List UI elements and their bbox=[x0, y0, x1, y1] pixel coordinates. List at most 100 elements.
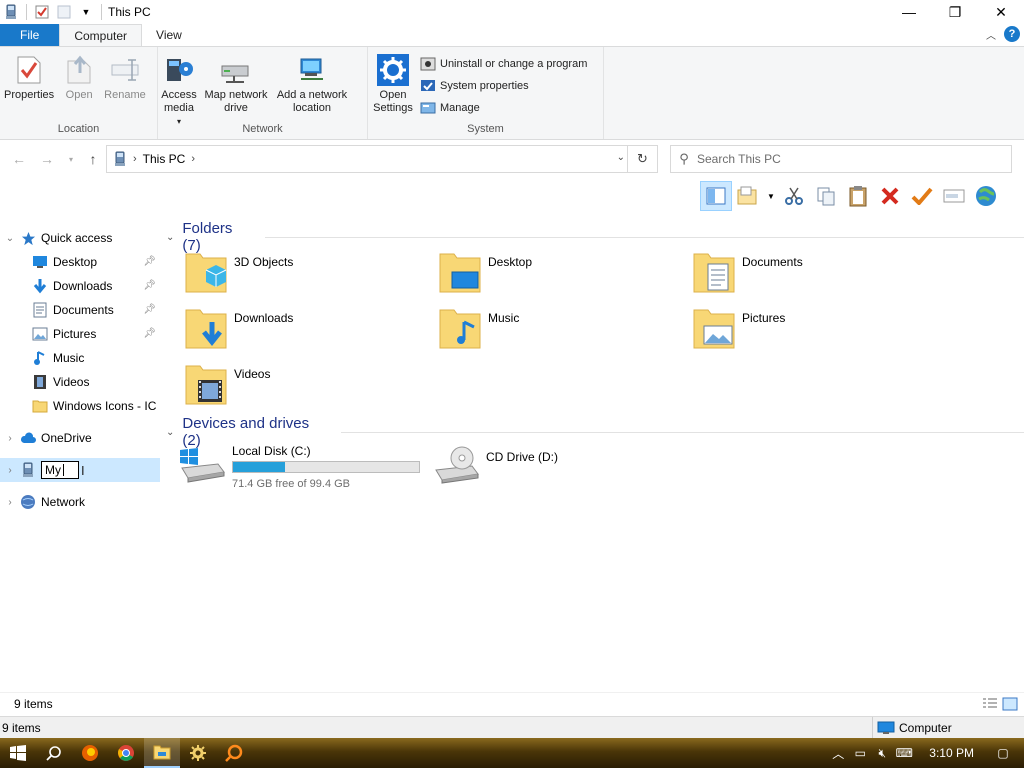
help-icon[interactable]: ? bbox=[1004, 26, 1020, 42]
forward-button[interactable]: → bbox=[36, 148, 58, 170]
nav-network[interactable]: › Network bbox=[0, 490, 160, 514]
map-drive-icon bbox=[219, 53, 253, 87]
this-pc-icon bbox=[20, 462, 36, 478]
taskbar-app[interactable] bbox=[216, 738, 252, 768]
expand-chevron-icon[interactable]: › bbox=[0, 497, 20, 508]
nav-quick-access-label: Quick access bbox=[41, 231, 113, 245]
ribbon-collapse-icon[interactable]: ︿ bbox=[986, 27, 996, 42]
collapse-chevron-icon[interactable]: ⌄ bbox=[0, 233, 20, 244]
pictures-folder-icon bbox=[693, 309, 735, 349]
taskbar-file-explorer[interactable] bbox=[144, 738, 180, 768]
nav-onedrive[interactable]: › OneDrive bbox=[0, 426, 160, 450]
folder-documents[interactable]: Documents bbox=[692, 250, 803, 294]
folder-music[interactable]: Music bbox=[438, 306, 519, 350]
breadcrumb-chevron-icon[interactable]: › bbox=[133, 153, 137, 165]
new-folder-icon[interactable] bbox=[55, 3, 73, 21]
taskbar-settings[interactable] bbox=[180, 738, 216, 768]
nav-item-downloads[interactable]: Downloads 📌︎ bbox=[0, 274, 160, 298]
system-properties-button[interactable]: System properties bbox=[420, 75, 587, 97]
address-dropdown-icon[interactable]: ⌄ bbox=[617, 152, 625, 163]
rename-input[interactable]: My bbox=[41, 461, 79, 479]
taskbar-search-button[interactable] bbox=[36, 738, 72, 768]
cloud-icon bbox=[20, 430, 36, 446]
breadcrumb-this-pc[interactable]: This PC bbox=[143, 152, 186, 166]
zone-label: Computer bbox=[899, 721, 952, 735]
tab-view[interactable]: View bbox=[142, 24, 196, 46]
item-count-secondary: 9 items bbox=[2, 720, 41, 735]
uninstall-program-button[interactable]: Uninstall or change a program bbox=[420, 53, 587, 75]
recent-locations-button[interactable]: ▾ bbox=[60, 148, 82, 170]
tab-file[interactable]: File bbox=[0, 24, 60, 46]
search-input[interactable] bbox=[697, 152, 997, 166]
tab-computer[interactable]: Computer bbox=[59, 24, 143, 46]
paste-button[interactable] bbox=[842, 181, 874, 211]
breadcrumb-chevron-icon[interactable]: › bbox=[191, 153, 195, 165]
this-pc-icon[interactable] bbox=[2, 3, 20, 21]
volume-muted-icon[interactable]: 🔇︎ bbox=[871, 746, 893, 761]
text-caret bbox=[63, 464, 64, 476]
nav-item-desktop[interactable]: Desktop 📌︎ bbox=[0, 250, 160, 274]
details-view-icon[interactable] bbox=[982, 697, 998, 711]
nav-item-videos[interactable]: Videos bbox=[0, 370, 160, 394]
folder-pictures[interactable]: Pictures bbox=[692, 306, 785, 350]
address-bar[interactable]: › This PC › ⌄ ↻ bbox=[106, 145, 658, 173]
network-globe-button[interactable] bbox=[970, 181, 1002, 211]
clock[interactable]: 3:10 PM bbox=[929, 746, 974, 760]
start-button[interactable] bbox=[0, 738, 36, 768]
item-count: 9 items bbox=[14, 696, 53, 711]
select-button[interactable] bbox=[938, 181, 970, 211]
nav-item-pictures[interactable]: Pictures 📌︎ bbox=[0, 322, 160, 346]
layout-icon bbox=[737, 186, 757, 205]
manage-button[interactable]: Manage bbox=[420, 97, 587, 119]
folder-3d-objects[interactable]: 3D Objects bbox=[184, 250, 293, 294]
nav-this-pc[interactable]: › My I bbox=[0, 458, 160, 482]
large-icons-view-icon[interactable] bbox=[1002, 697, 1018, 711]
collapse-chevron-icon[interactable]: ⌄ bbox=[166, 427, 174, 438]
drive-cd-d[interactable]: CD Drive (D:) bbox=[432, 444, 558, 484]
delete-button[interactable] bbox=[874, 181, 906, 211]
nav-item-windows-icons[interactable]: Windows Icons - IC bbox=[0, 394, 160, 418]
nav-item-music[interactable]: Music bbox=[0, 346, 160, 370]
network-tray-icon[interactable]: ▭ bbox=[849, 746, 871, 760]
collapse-chevron-icon[interactable]: ⌄ bbox=[166, 232, 174, 243]
properties-icon[interactable] bbox=[33, 3, 51, 21]
section-divider bbox=[340, 431, 1024, 433]
rename-icon bbox=[108, 53, 142, 87]
confirm-button[interactable] bbox=[906, 181, 938, 211]
nav-onedrive-label: OneDrive bbox=[41, 431, 92, 445]
group-label-system: System bbox=[467, 123, 504, 135]
desktop-folder-icon bbox=[439, 253, 481, 293]
notifications-icon[interactable]: ▢ bbox=[992, 746, 1014, 760]
tray-overflow-chevron-icon[interactable]: ︿ bbox=[827, 745, 849, 762]
open-settings-label: Open Settings bbox=[373, 89, 413, 114]
taskbar-firefox[interactable] bbox=[72, 738, 108, 768]
folders-section-header[interactable]: ⌄ Folders (7) bbox=[166, 220, 1024, 254]
nav-item-documents[interactable]: Documents 📌︎ bbox=[0, 298, 160, 322]
taskbar-chrome[interactable] bbox=[108, 738, 144, 768]
drive-local-disk-c[interactable]: Local Disk (C:) 71.4 GB free of 99.4 GB bbox=[178, 444, 420, 490]
nav-quick-access[interactable]: ⌄ Quick access bbox=[0, 226, 160, 250]
ime-indicator-icon[interactable]: ⌨︎ bbox=[893, 746, 915, 760]
zone-indicator: Computer bbox=[872, 717, 1024, 739]
up-button[interactable]: ↑ bbox=[82, 148, 104, 170]
preview-pane-button[interactable] bbox=[700, 181, 732, 211]
layout-button[interactable] bbox=[732, 181, 764, 211]
minimize-button[interactable]: — bbox=[886, 0, 932, 24]
refresh-button[interactable]: ↻ bbox=[627, 146, 657, 172]
copy-button[interactable] bbox=[810, 181, 842, 211]
expand-chevron-icon[interactable]: › bbox=[0, 465, 20, 476]
folder-downloads[interactable]: Downloads bbox=[184, 306, 293, 350]
folder-videos[interactable]: Videos bbox=[184, 362, 270, 406]
clipboard-icon bbox=[849, 186, 867, 207]
taskbar: ︿ ▭ 🔇︎ ⌨︎ 3:10 PM ▢ bbox=[0, 738, 1024, 768]
back-button[interactable]: ← bbox=[8, 148, 30, 170]
downloads-folder-icon bbox=[185, 309, 227, 349]
maximize-button[interactable]: ❐ bbox=[932, 0, 978, 24]
customize-qat-icon[interactable]: ▼ bbox=[77, 3, 95, 21]
layout-dropdown-icon[interactable]: ▼ bbox=[764, 181, 778, 211]
folder-desktop[interactable]: Desktop bbox=[438, 250, 532, 294]
expand-chevron-icon[interactable]: › bbox=[0, 433, 20, 444]
close-button[interactable]: ✕ bbox=[978, 0, 1024, 24]
group-label-network: Network bbox=[242, 123, 283, 135]
cut-button[interactable] bbox=[778, 181, 810, 211]
